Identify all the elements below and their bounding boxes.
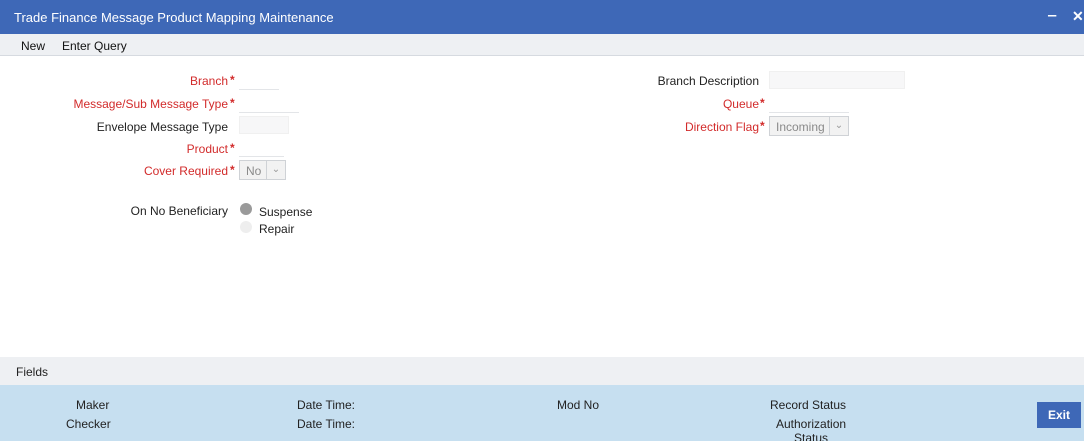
title-bar: Trade Finance Message Product Mapping Ma… <box>0 0 1084 34</box>
direction-flag-required-mark: * <box>760 119 765 133</box>
authorization-status-label: Authorization Status <box>776 417 847 441</box>
menu-new[interactable]: New <box>21 39 45 53</box>
product-input[interactable] <box>239 139 284 157</box>
branch-input[interactable] <box>239 72 279 90</box>
chevron-down-icon: ⌄ <box>829 117 848 135</box>
menu-bar: New Enter Query <box>0 34 1084 56</box>
suspense-radio[interactable] <box>240 203 252 215</box>
message-type-required-mark: * <box>230 96 235 110</box>
cover-required-select[interactable]: No ⌄ <box>239 160 286 180</box>
minimize-icon[interactable]: ‒ <box>1048 7 1056 24</box>
product-required-mark: * <box>230 141 235 155</box>
direction-flag-label: Direction Flag <box>684 120 759 134</box>
on-no-beneficiary-label: On No Beneficiary <box>130 204 228 218</box>
fields-bar: Fields <box>0 357 1084 385</box>
cover-required-label: Cover Required <box>143 164 228 178</box>
repair-label: Repair <box>259 222 295 236</box>
direction-flag-select[interactable]: Incoming ⌄ <box>769 116 849 136</box>
envelope-type-input <box>239 116 289 134</box>
exit-button[interactable]: Exit <box>1037 402 1081 428</box>
maker-label: Maker <box>76 398 110 412</box>
envelope-type-label: Envelope Message Type <box>96 120 228 134</box>
direction-flag-value: Incoming <box>776 120 825 134</box>
message-type-label: Message/Sub Message Type <box>73 97 228 111</box>
branch-label: Branch <box>189 74 228 88</box>
queue-required-mark: * <box>760 96 765 110</box>
cover-required-mark: * <box>230 163 235 177</box>
close-icon[interactable]: ✕ <box>1072 8 1084 25</box>
queue-label: Queue <box>722 97 759 111</box>
suspense-label: Suspense <box>259 205 313 219</box>
fields-link[interactable]: Fields <box>16 365 48 379</box>
queue-input[interactable] <box>769 95 849 113</box>
window-title: Trade Finance Message Product Mapping Ma… <box>14 10 334 25</box>
message-type-input[interactable] <box>239 95 299 113</box>
maker-date-time-label: Date Time: <box>297 398 356 412</box>
chevron-down-icon: ⌄ <box>266 161 285 179</box>
window: Trade Finance Message Product Mapping Ma… <box>0 0 1084 441</box>
branch-description-label: Branch Description <box>657 74 759 88</box>
product-label: Product <box>186 142 228 156</box>
mod-no-label: Mod No <box>557 398 600 412</box>
audit-panel: Maker Checker Date Time: Date Time: Mod … <box>0 385 1084 441</box>
branch-required-mark: * <box>230 73 235 87</box>
checker-date-time-label: Date Time: <box>297 417 356 431</box>
repair-radio[interactable] <box>240 221 252 233</box>
checker-label: Checker <box>66 417 111 431</box>
branch-description-input <box>769 71 905 89</box>
cover-required-value: No <box>246 164 262 178</box>
menu-enter-query[interactable]: Enter Query <box>62 39 127 53</box>
record-status-label: Record Status <box>770 398 847 412</box>
